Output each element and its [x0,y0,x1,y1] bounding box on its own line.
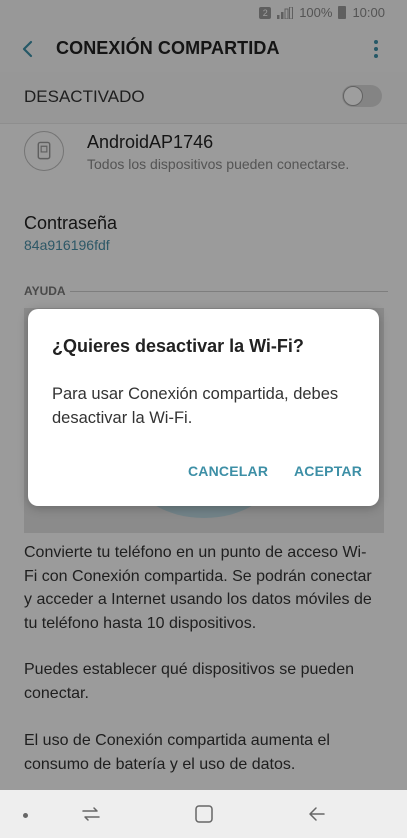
navigation-bar [0,790,407,838]
recent-apps-icon[interactable] [80,804,102,824]
dialog-title: ¿Quieres desactivar la Wi-Fi? [52,336,304,356]
dialog-message: Para usar Conexión compartida, debes des… [52,385,339,427]
home-icon[interactable] [194,804,214,824]
back-icon[interactable] [306,804,328,824]
disable-wifi-dialog: ¿Quieres desactivar la Wi-Fi? Para usar … [28,309,379,506]
accept-button[interactable]: ACEPTAR [294,463,362,479]
nav-dot-icon[interactable] [23,813,28,818]
cancel-button[interactable]: CANCELAR [188,463,268,479]
